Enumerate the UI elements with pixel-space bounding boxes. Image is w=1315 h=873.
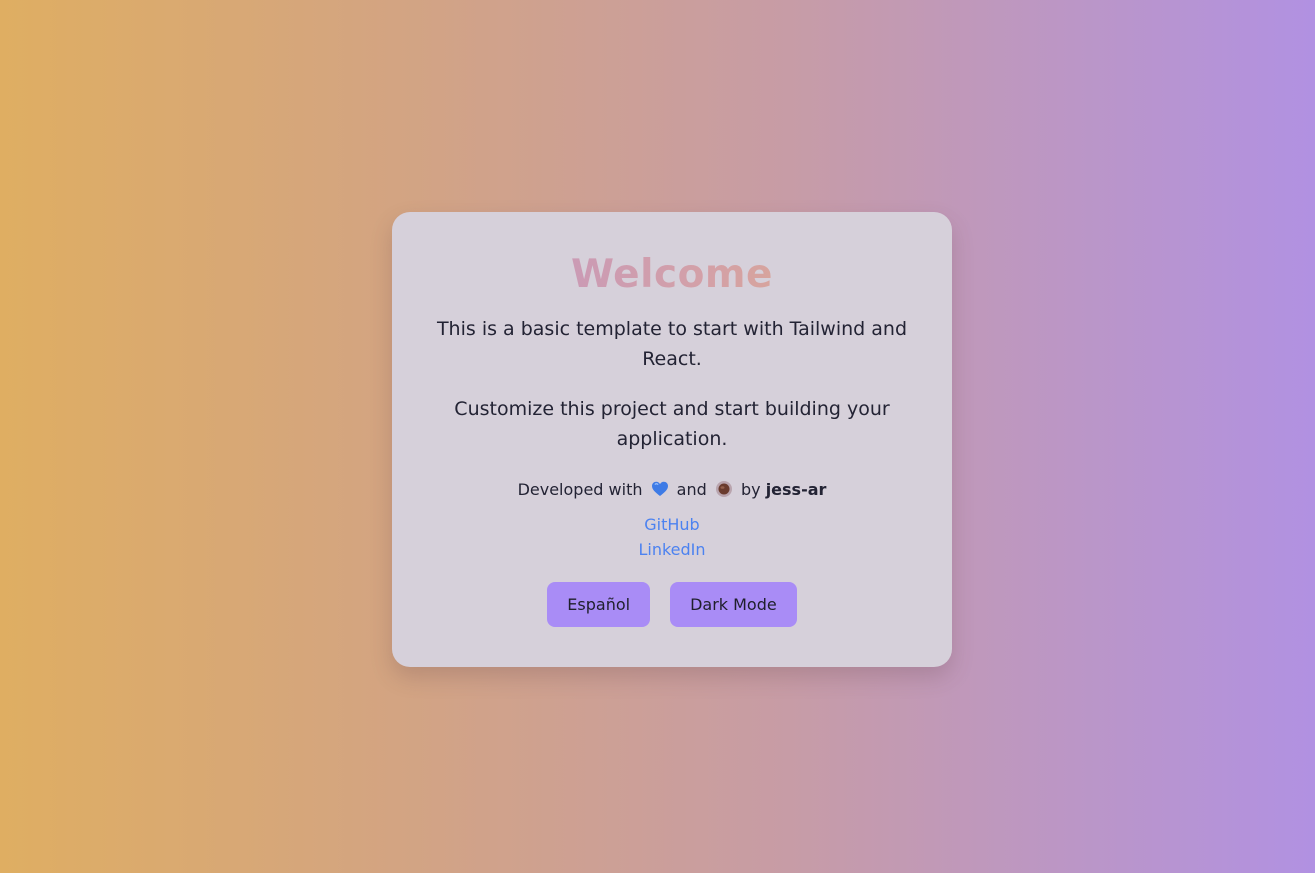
linkedin-link[interactable]: LinkedIn [392, 537, 952, 562]
page-background: { "card": { "title": "Welcome", "paragra… [0, 0, 1315, 873]
blue-heart-icon [651, 480, 669, 498]
welcome-card: Welcome This is a basic template to star… [392, 212, 952, 667]
credit-by: by [740, 480, 761, 499]
github-link[interactable]: GitHub [392, 512, 952, 537]
action-buttons: Español Dark Mode [392, 582, 952, 627]
customize-paragraph: Customize this project and start buildin… [454, 398, 890, 450]
developer-credit: Developed with and by jess-ar [392, 478, 952, 502]
credit-prefix: Developed with [517, 480, 643, 499]
credit-connector: and [676, 480, 707, 499]
intro-paragraph: This is a basic template to start with T… [436, 318, 908, 370]
coffee-cup-icon [715, 480, 733, 498]
social-links: GitHub LinkedIn [392, 512, 952, 562]
author-name: jess-ar [765, 480, 827, 499]
dark-mode-toggle-button[interactable]: Dark Mode [670, 582, 797, 627]
welcome-title: Welcome [392, 252, 952, 298]
language-toggle-button[interactable]: Español [547, 582, 651, 627]
